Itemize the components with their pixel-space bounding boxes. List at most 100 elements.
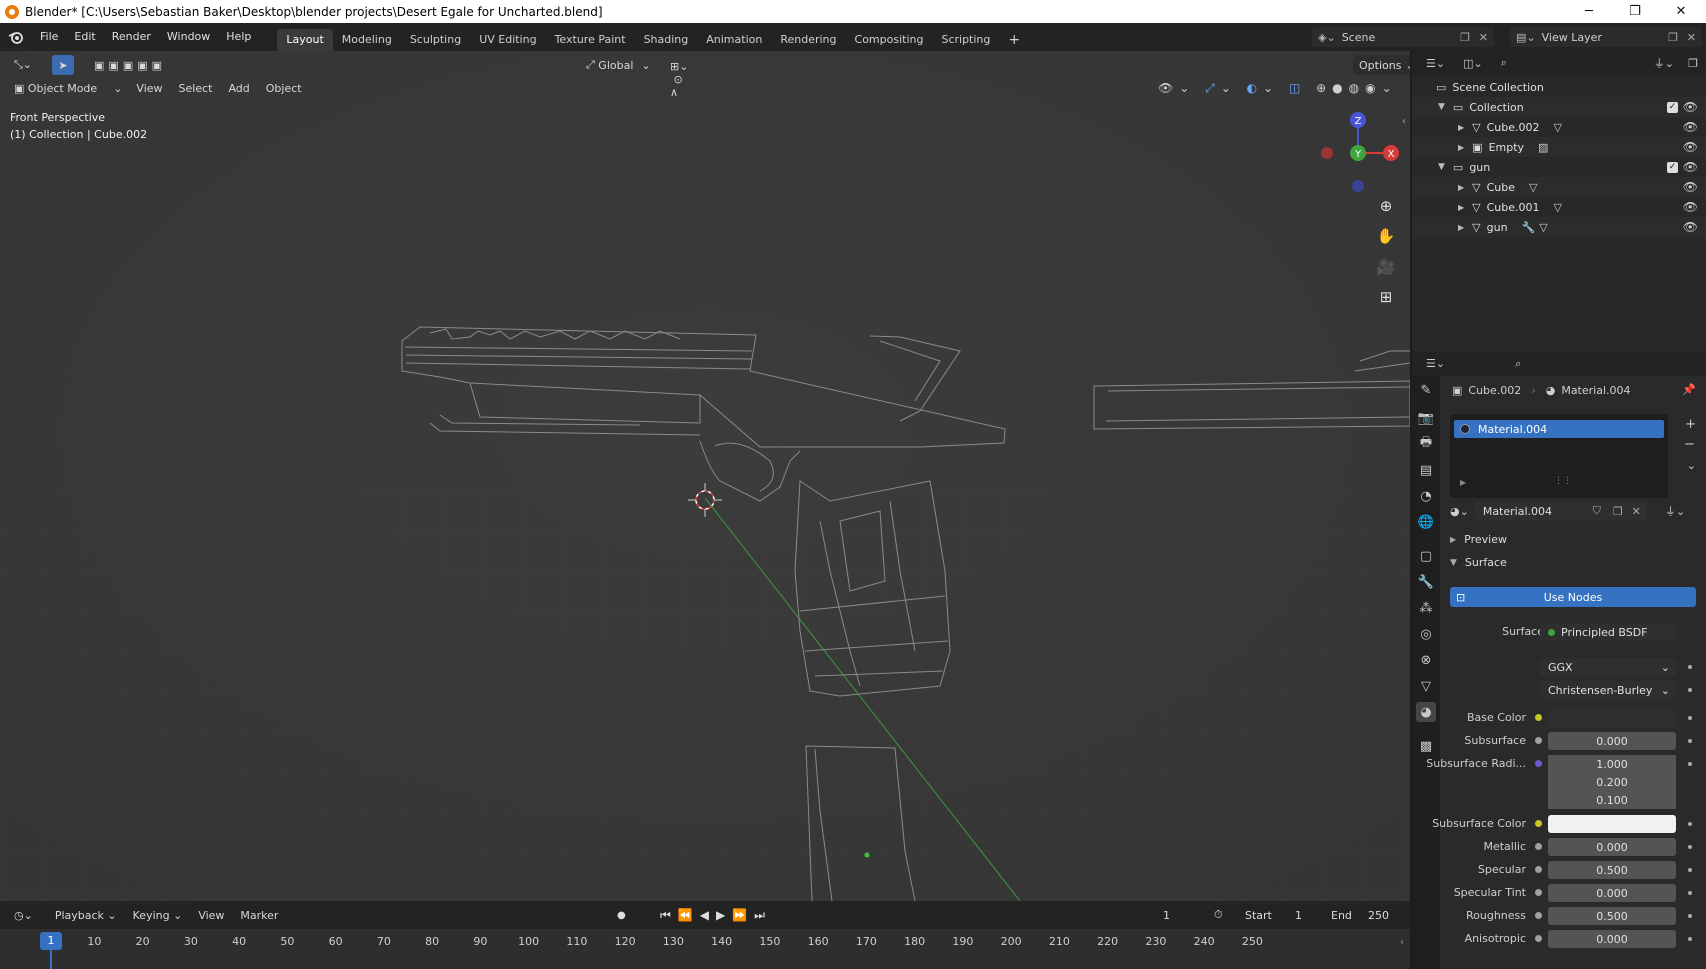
expand-arrow-icon[interactable]: ▶	[1460, 478, 1466, 487]
properties-panel[interactable]: ☰⌄ ⌕ ✎ 📷 🖶 ▤ ◔ 🌐 ▢ 🔧 ⁂ ◎ ⊗ ▽ ◕ ▩ ▣ Cube.…	[1412, 351, 1706, 969]
tab-sculpting[interactable]: Sculpting	[401, 29, 470, 51]
editor-type-icon[interactable]: ⤡⌄	[8, 55, 38, 75]
selection-mode-icons[interactable]: ▣▣▣▣▣	[88, 55, 172, 75]
expand-arrow-icon[interactable]: ▶	[1458, 143, 1464, 152]
delete-view-layer-icon[interactable]: ✕	[1687, 31, 1696, 44]
param-field[interactable]: 0.000	[1548, 732, 1676, 750]
menu-timeline-view[interactable]: View	[190, 909, 232, 922]
menu-object[interactable]: Object	[258, 82, 310, 95]
menu-edit[interactable]: Edit	[66, 23, 103, 51]
keyframe-dot-icon[interactable]	[1688, 937, 1692, 941]
material-slot-list[interactable]: Material.004 ▶ ⋮⋮	[1450, 414, 1668, 498]
surface-panel-header[interactable]: ▼ Surface	[1450, 556, 1507, 569]
menu-add[interactable]: Add	[220, 82, 257, 95]
expand-arrow-icon[interactable]: ▶	[1458, 203, 1464, 212]
view-layer-selector[interactable]: ▤⌄ View Layer ❐ ✕	[1510, 27, 1702, 47]
keyframe-dot-icon[interactable]	[1688, 762, 1692, 766]
socket-icon[interactable]	[1535, 714, 1542, 721]
outliner-editor-icon[interactable]: ☰⌄	[1426, 57, 1445, 70]
current-frame-value[interactable]: 1	[1163, 909, 1170, 922]
keyframe-dot-icon[interactable]	[1688, 716, 1692, 720]
duplicate-material-icon[interactable]: ❐	[1613, 505, 1623, 518]
keyframe-dot-icon[interactable]	[1688, 891, 1692, 895]
world-tab-icon[interactable]: 🌐	[1416, 512, 1436, 532]
record-icon[interactable]: ●	[617, 910, 626, 921]
tab-shading[interactable]: Shading	[635, 29, 698, 51]
playback-controls[interactable]: ⏮⏪◀▶⏩⏭	[660, 908, 772, 923]
delete-scene-icon[interactable]: ✕	[1479, 31, 1488, 44]
browse-material-icon[interactable]: ◕⌄	[1450, 505, 1469, 518]
add-slot-icon[interactable]: +	[1685, 417, 1696, 432]
visibility-eye-icon[interactable]: 👁	[1683, 200, 1698, 214]
expand-arrow-icon[interactable]: ▼	[1438, 102, 1445, 112]
properties-editor-icon[interactable]: ☰⌄	[1426, 357, 1445, 370]
outliner-panel[interactable]: ☰⌄ ◫⌄ ⌕ ⏚⌄ ❐ ▭ Scene Collection ▼ ▭ Coll…	[1412, 51, 1706, 351]
outliner-scene-collection[interactable]: ▭ Scene Collection	[1412, 77, 1706, 97]
output-tab-icon[interactable]: 🖶	[1416, 434, 1436, 454]
keyframe-dot-icon[interactable]	[1688, 739, 1692, 743]
zoom-icon[interactable]: ⊕	[1373, 193, 1399, 219]
ortho-grid-icon[interactable]: ⊞	[1373, 284, 1399, 310]
visibility-eye-icon[interactable]: 👁	[1683, 140, 1698, 154]
exclude-checkbox[interactable]: ✓	[1667, 161, 1678, 173]
particles-tab-icon[interactable]: ⁂	[1416, 598, 1436, 618]
remove-slot-icon[interactable]: −	[1684, 437, 1695, 452]
maximize-button[interactable]: ❐	[1612, 0, 1658, 23]
param-field[interactable]	[1548, 815, 1676, 833]
add-workspace-button[interactable]: +	[999, 29, 1029, 51]
socket-icon[interactable]	[1535, 889, 1542, 896]
param-field[interactable]: 0.000	[1548, 930, 1676, 948]
surface-shader-field[interactable]: Principled BSDF	[1540, 623, 1676, 641]
keyframe-dot-icon[interactable]	[1688, 688, 1692, 692]
end-value[interactable]: 250	[1368, 909, 1389, 922]
outliner-row-cube001[interactable]: ▶ ▽ Cube.001 ▽ 👁	[1412, 197, 1706, 217]
socket-icon[interactable]	[1535, 935, 1542, 942]
timeline-editor-type-icon[interactable]: ◷⌄	[8, 905, 39, 925]
tab-scripting[interactable]: Scripting	[932, 29, 999, 51]
visibility-eye-icon[interactable]: 👁	[1683, 160, 1698, 174]
use-nodes-button[interactable]: ⊡ Use Nodes	[1450, 587, 1696, 607]
expand-arrow-icon[interactable]: ▶	[1458, 123, 1464, 132]
pan-hand-icon[interactable]: ✋	[1373, 223, 1399, 249]
visibility-eye-icon[interactable]: 👁	[1683, 180, 1698, 194]
tab-uv-editing[interactable]: UV Editing	[470, 29, 545, 51]
scene-selector[interactable]: ◈⌄ Scene ❐ ✕	[1312, 27, 1494, 47]
timeline-ruler[interactable]: 1 10 20 30 40 50 60 70 80 90 100 110 120 130 140 150 16…	[0, 929, 1410, 969]
param-field[interactable]: 0.500	[1548, 907, 1676, 925]
outliner-row-cube[interactable]: ▶ ▽ Cube ▽ 👁	[1412, 177, 1706, 197]
outliner-row-collection[interactable]: ▼ ▭ Collection ✓ 👁	[1412, 97, 1706, 117]
preview-panel-header[interactable]: ▶ Preview	[1450, 533, 1507, 546]
pivot-snap-icons[interactable]: ⚯⌄ ⌒ ⊞⌄ ⊙ ∧	[664, 51, 694, 99]
data-tab-icon[interactable]: ▽	[1416, 676, 1436, 696]
expand-arrow-icon[interactable]: ▶	[1458, 183, 1464, 192]
unlink-material-icon[interactable]: ✕	[1632, 505, 1641, 518]
properties-search-icon[interactable]: ⌕	[1515, 357, 1521, 371]
object-mode-dropdown[interactable]: ▣ Object Mode ⌄	[8, 78, 128, 98]
timeline-scroll-icon[interactable]: ‹	[1400, 937, 1404, 948]
fake-user-shield-icon[interactable]: ⛉	[1593, 504, 1601, 518]
material-slot-row[interactable]: Material.004	[1454, 420, 1664, 438]
resize-handle-icon[interactable]: ⋮⋮	[1554, 476, 1572, 486]
outliner-row-cube002[interactable]: ▶ ▽ Cube.002 ▽ 👁	[1412, 117, 1706, 137]
visibility-eye-icon[interactable]: 👁	[1683, 120, 1698, 134]
tab-animation[interactable]: Animation	[697, 29, 771, 51]
subsurface-method-dropdown[interactable]: Christensen-Burley ⌄	[1540, 681, 1676, 699]
keyframe-dot-icon[interactable]	[1688, 868, 1692, 872]
menu-keying[interactable]: Keying ⌄	[125, 909, 191, 922]
view-layer-tab-icon[interactable]: ▤	[1416, 460, 1436, 480]
constraints-tab-icon[interactable]: ⊗	[1416, 650, 1436, 670]
outliner-row-empty[interactable]: ▶ ▣ Empty ▨ 👁	[1412, 137, 1706, 157]
menu-marker[interactable]: Marker	[232, 909, 286, 922]
menu-view[interactable]: View	[128, 82, 170, 95]
new-scene-icon[interactable]: ❐	[1460, 31, 1470, 44]
tab-texture-paint[interactable]: Texture Paint	[546, 29, 635, 51]
menu-playback[interactable]: Playback ⌄	[47, 909, 125, 922]
menu-file[interactable]: File	[32, 23, 66, 51]
menu-select[interactable]: Select	[171, 82, 221, 95]
expand-arrow-icon[interactable]: ▼	[1438, 162, 1445, 172]
tab-layout[interactable]: Layout	[277, 29, 333, 51]
keyframe-dot-icon[interactable]	[1688, 822, 1692, 826]
keyframe-dot-icon[interactable]	[1688, 914, 1692, 918]
new-view-layer-icon[interactable]: ❐	[1668, 31, 1678, 44]
menu-help[interactable]: Help	[218, 23, 259, 51]
